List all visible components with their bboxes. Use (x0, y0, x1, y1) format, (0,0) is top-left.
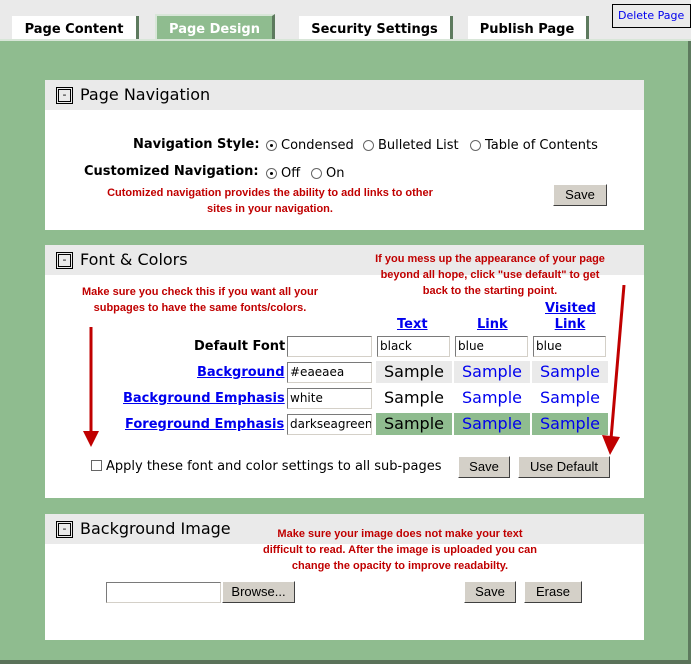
sample-text: Sample (376, 387, 452, 409)
foreground-emphasis-link[interactable]: Foreground Emphasis (125, 417, 284, 432)
note-line: back to the starting point. (422, 285, 558, 297)
sample-text: Sample (376, 361, 452, 383)
radio-label: On (326, 166, 345, 181)
note-line: sites in your navigation. (207, 203, 333, 215)
link-color-input[interactable]: blue (455, 336, 528, 357)
text-color-input[interactable]: black (377, 336, 450, 357)
use-default-button[interactable]: Use Default (518, 456, 610, 478)
background-input[interactable]: #eaeaea (287, 362, 372, 383)
down-arrow-right-icon (602, 285, 626, 455)
panel-header: - Page Navigation (45, 80, 644, 110)
collapse-button[interactable]: - (56, 521, 73, 538)
collapse-button[interactable]: - (56, 252, 73, 269)
radio-condensed[interactable]: Condensed (266, 138, 354, 153)
panel-title: Font & Colors (80, 250, 188, 269)
navigation-style-label: Navigation Style: (133, 137, 260, 152)
sample-visited-link: Sample (532, 413, 608, 435)
column-header-text[interactable]: Text (397, 317, 428, 332)
radio-label: Table of Contents (485, 138, 598, 153)
background-image-panel: - Background Image Make sure your image … (45, 514, 644, 640)
note-line: difficult to read. After the image is up… (262, 544, 538, 556)
background-emphasis-input[interactable]: white (287, 388, 372, 409)
background-emphasis-link[interactable]: Background Emphasis (123, 391, 285, 406)
radio-icon (363, 140, 374, 151)
browse-button[interactable]: Browse... (222, 581, 295, 603)
page-design-area: - Page Navigation Navigation Style: Cond… (0, 39, 691, 664)
shadow-bottom (0, 660, 691, 664)
minus-icon: - (62, 88, 67, 101)
font-colors-panel: - Font & Colors Make sure you check this… (45, 245, 644, 498)
down-arrow-left-icon (83, 327, 99, 447)
sample-visited-link: Sample (532, 361, 608, 383)
header-line: Link (554, 317, 586, 332)
background-link[interactable]: Background (197, 365, 285, 380)
background-image-save-button[interactable]: Save (464, 581, 516, 603)
column-header-visited-link[interactable]: Visited Link (545, 301, 596, 333)
note-line: Make sure you check this if you want all… (82, 286, 318, 298)
visited-link-color-input[interactable]: blue (533, 336, 606, 357)
note-line: If you mess up the appearance of your pa… (375, 253, 605, 265)
note-line: change the opacity to improve readabilty… (291, 560, 509, 572)
default-font-label: Default Font (194, 339, 286, 354)
navigation-note: Cutomized navigation provides the abilit… (75, 185, 465, 217)
sample-link: Sample (454, 387, 530, 409)
note-line: subpages to have the same fonts/colors. (93, 302, 307, 314)
radio-label: Bulleted List (378, 138, 459, 153)
sample-visited-link: Sample (532, 387, 608, 409)
radio-icon (266, 140, 277, 151)
radio-icon (470, 140, 481, 151)
default-font-input[interactable] (287, 336, 372, 357)
navigation-save-button[interactable]: Save (553, 184, 607, 206)
minus-icon: - (62, 522, 67, 535)
panel-title: Page Navigation (80, 85, 211, 104)
font-colors-save-button[interactable]: Save (458, 456, 510, 478)
radio-bulleted-list[interactable]: Bulleted List (363, 138, 459, 153)
background-image-note: Make sure your image does not make your … (245, 526, 555, 574)
page-navigation-panel: - Page Navigation Navigation Style: Cond… (45, 80, 644, 230)
tab-page-content[interactable]: Page Content (12, 16, 139, 40)
use-default-note: If you mess up the appearance of your pa… (345, 251, 635, 299)
radio-on[interactable]: On (311, 166, 344, 181)
radio-label: Off (281, 166, 301, 181)
customized-navigation-label: Customized Navigation: (84, 164, 259, 179)
note-line: Make sure your image does not make your … (277, 528, 523, 540)
subpages-note: Make sure you check this if you want all… (55, 284, 345, 316)
foreground-emphasis-input[interactable]: darkseagreen (287, 414, 372, 435)
collapse-button[interactable]: - (56, 87, 73, 104)
note-line: beyond all hope, click "use default" to … (380, 269, 600, 281)
erase-button[interactable]: Erase (524, 581, 582, 603)
apply-subpages-checkbox[interactable] (91, 460, 102, 471)
column-header-link[interactable]: Link (477, 317, 508, 332)
apply-subpages-label: Apply these font and color settings to a… (106, 459, 442, 474)
note-line: Cutomized navigation provides the abilit… (107, 187, 433, 199)
file-path-input[interactable] (106, 582, 221, 603)
delete-page-button[interactable]: Delete Page (612, 4, 691, 28)
radio-icon (266, 168, 277, 179)
panel-title: Background Image (80, 519, 231, 538)
radio-icon (311, 168, 322, 179)
header-line: Visited (545, 301, 596, 316)
radio-off[interactable]: Off (266, 166, 300, 181)
tab-publish-page[interactable]: Publish Page (468, 16, 589, 40)
tab-security-settings[interactable]: Security Settings (299, 16, 453, 40)
sample-link: Sample (454, 361, 530, 383)
minus-icon: - (62, 253, 67, 266)
radio-label: Condensed (281, 138, 354, 153)
radio-table-of-contents[interactable]: Table of Contents (470, 138, 598, 153)
sample-text: Sample (376, 413, 452, 435)
sample-link: Sample (454, 413, 530, 435)
